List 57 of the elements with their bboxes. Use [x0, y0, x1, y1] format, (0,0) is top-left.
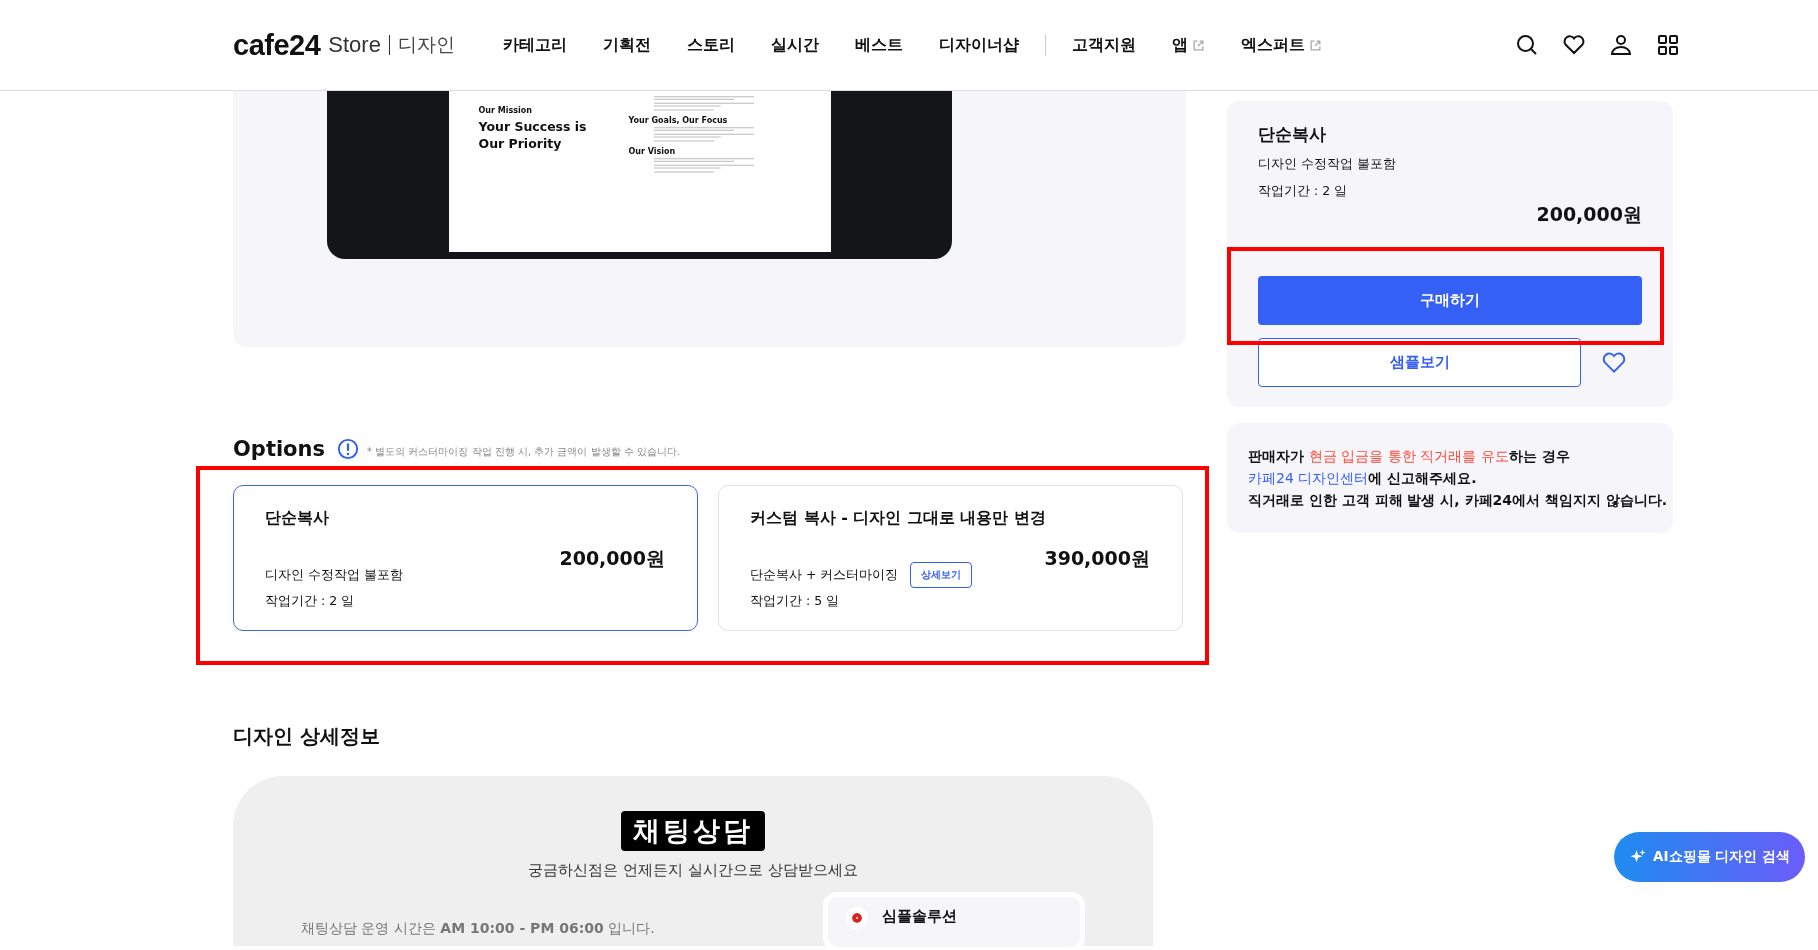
notice-link[interactable]: 카페24 디자인센터 — [1248, 470, 1369, 486]
nav-link[interactable]: 베스트 — [854, 34, 903, 56]
option-period: 작업기간 : 5 일 — [750, 593, 841, 610]
chat-subtitle: 궁금하신점은 언제든지 실시간으로 상담받으세요 — [528, 861, 858, 880]
nav-link[interactable]: 엑스퍼트 — [1240, 34, 1322, 56]
document-headline: Your Success is Our Priority — [478, 119, 588, 153]
option-price: 390,000원 — [1044, 546, 1150, 571]
notice-text: 직거래로 인한 고객 피해 발생 시, 카페24에서 책임지지 않습니다. — [1248, 492, 1668, 508]
option-period: 작업기간 : 2 일 — [265, 593, 356, 610]
partner-name: 심플솔루션 — [882, 907, 957, 926]
document-section-title: Your Goals, Our Focus — [628, 116, 729, 125]
ai-search-button[interactable]: AI쇼핑몰 디자인 검색 — [1614, 832, 1805, 882]
partner-card[interactable]: 심플솔루션 — [823, 892, 1085, 950]
notice-text: 현금 입금을 통한 직거래를 유도 — [1308, 448, 1509, 464]
nav-link[interactable]: 카테고리 — [502, 34, 567, 56]
summary-period: 작업기간 : 2 일 — [1258, 183, 1349, 200]
chat-hours-text: 채팅상담 운영 시간은 AM 10:00 - PM 06:00 입니다. — [301, 920, 655, 938]
nav-link[interactable]: 고객지원 — [1071, 34, 1136, 56]
summary-price: 200,000원 — [1535, 202, 1642, 227]
buy-button[interactable]: 구매하기 — [1258, 276, 1642, 325]
nav-link[interactable]: 실시간 — [770, 34, 819, 56]
partner-avatar — [846, 907, 868, 929]
chat-title: 채팅상담 — [621, 811, 765, 851]
brand-logo[interactable]: cafe24 — [233, 28, 321, 62]
notice-text: 하는 경우 — [1508, 448, 1570, 464]
options-title: Options — [233, 437, 325, 461]
heart-icon[interactable] — [1562, 33, 1586, 57]
summary-description: 디자인 수정작업 불포함 — [1258, 156, 1397, 173]
option-description: 단순복사 + 커스터마이징 — [750, 566, 899, 584]
document-section-title: Our Vision — [628, 147, 677, 156]
summary-title: 단순복사 — [1258, 123, 1327, 146]
external-link-icon — [1191, 38, 1205, 52]
ai-search-label: AI쇼핑몰 디자인 검색 — [1653, 848, 1790, 866]
notice-text: 에 신고해주세요. — [1368, 470, 1477, 486]
nav-link[interactable]: 스토리 — [686, 34, 735, 56]
search-icon[interactable] — [1515, 33, 1539, 57]
logo-store-text: Store — [328, 35, 390, 55]
external-link-icon — [1308, 38, 1322, 52]
nav-link[interactable]: 앱 — [1171, 34, 1205, 56]
option-name: 단순복사 — [265, 508, 330, 529]
options-note: * 별도의 커스터마이징 작업 진행 시, 추가 금액이 발생할 수 있습니다. — [367, 445, 681, 459]
nav-link[interactable]: 디자이너샵 — [938, 34, 1019, 56]
option-card[interactable]: 단순복사 200,000원 디자인 수정작업 불포함 작업기간 : 2 일 — [233, 485, 698, 631]
section-title: 디자인 상세정보 — [233, 723, 381, 750]
detail-button[interactable]: 상세보기 — [910, 562, 973, 588]
option-card[interactable]: 커스텀 복사 - 디자인 그대로 내용만 변경 390,000원 단순복사 + 커스터마이징 상세보기 작업기간 : 5 일 — [718, 485, 1183, 631]
option-description: 디자인 수정작업 불포함 — [265, 566, 403, 584]
user-icon[interactable] — [1609, 33, 1633, 57]
logo-section-text: 디자인 — [397, 32, 455, 57]
info-icon[interactable] — [337, 438, 359, 460]
document-kicker: Our Mission — [478, 106, 533, 115]
sample-button[interactable]: 샘플보기 — [1258, 338, 1581, 387]
option-name: 커스텀 복사 - 디자인 그대로 내용만 변경 — [750, 508, 1048, 529]
nav-link[interactable]: 기획전 — [602, 34, 651, 56]
grid-menu-icon[interactable] — [1656, 33, 1680, 57]
option-price: 200,000원 — [559, 546, 665, 571]
notice-text: 판매자가 — [1248, 448, 1305, 464]
